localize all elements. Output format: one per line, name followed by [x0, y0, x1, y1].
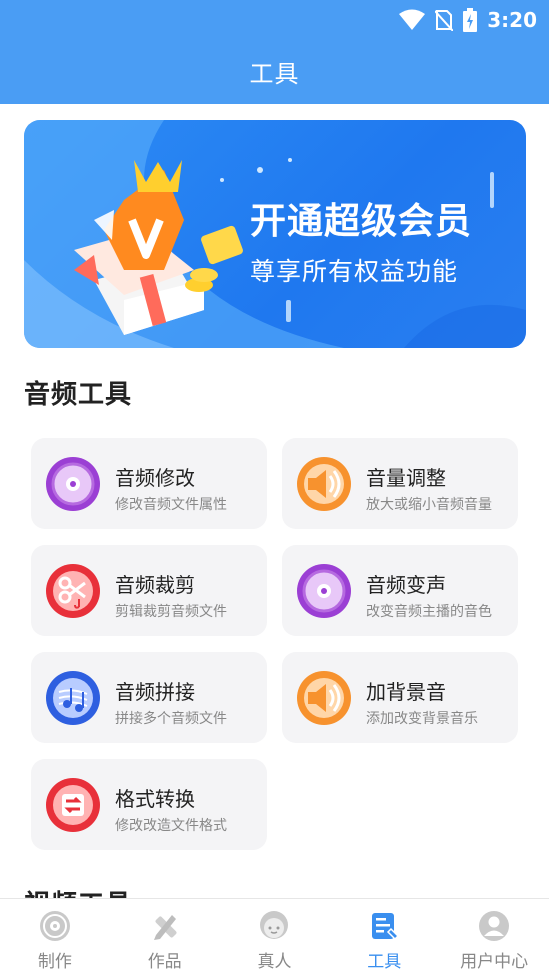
tool-title: 音频拼接 — [115, 680, 195, 704]
no-sim-icon — [435, 10, 454, 31]
person-face-icon — [260, 911, 289, 939]
tool-description: 放大或缩小音频音量 — [366, 497, 492, 513]
status-time: 3:20 — [487, 8, 537, 32]
tab-works[interactable]: 作品 — [110, 899, 220, 976]
tool-card-voice-change[interactable]: 音频变声 改变音频主播的音色 — [282, 545, 518, 636]
app-bar: 工具 — [0, 38, 549, 104]
tool-description: 改变音频主播的音色 — [366, 604, 492, 620]
tool-card-background-music[interactable]: 加背景音 添加改变背景音乐 — [282, 652, 518, 743]
tab-user-center[interactable]: 用户中心 — [439, 899, 549, 976]
tool-card-audio-join[interactable]: 音频拼接 拼接多个音频文件 — [31, 652, 267, 743]
tab-label: 工具 — [367, 952, 402, 972]
user-icon — [479, 911, 510, 941]
blue-music-icon — [46, 671, 100, 725]
tool-description: 修改改造文件格式 — [115, 818, 227, 834]
tool-description: 拼接多个音频文件 — [115, 711, 227, 727]
page-title: 工具 — [249, 59, 300, 88]
tab-tools[interactable]: 工具 — [329, 899, 439, 976]
tool-title: 音频修改 — [115, 466, 195, 490]
bottom-tab-bar: 制作 作品 真人 工具 用户中心 — [0, 898, 549, 976]
purple-disc-icon — [46, 457, 100, 511]
disc-icon — [39, 911, 70, 941]
red-convert-icon — [46, 778, 100, 832]
status-bar: 3:20 — [0, 0, 549, 38]
tool-description: 修改音频文件属性 — [115, 497, 227, 513]
orange-volume-icon — [297, 671, 351, 725]
tool-title: 音频变声 — [366, 573, 446, 597]
pen-ruler-icon — [153, 915, 177, 940]
tab-label: 制作 — [37, 952, 72, 972]
tool-title: 音量调整 — [366, 466, 446, 490]
orange-volume-icon — [297, 457, 351, 511]
tab-label: 作品 — [147, 952, 182, 972]
tool-card-volume-adjust[interactable]: 音量调整 放大或缩小音频音量 — [282, 438, 518, 529]
vip-banner[interactable]: 开通超级会员 尊享所有权益功能 — [24, 120, 526, 348]
section-title-audio: 音频工具 — [24, 380, 133, 410]
tool-description: 添加改变背景音乐 — [366, 711, 478, 727]
tool-card-audio-cut[interactable]: 音频裁剪 剪辑裁剪音频文件 — [31, 545, 267, 636]
banner-subtitle: 尊享所有权益功能 — [250, 257, 459, 286]
tool-description: 剪辑裁剪音频文件 — [115, 604, 227, 620]
tool-title: 音频裁剪 — [115, 573, 195, 597]
gift-box-crown-icon — [74, 160, 243, 335]
battery-charging-icon — [463, 8, 478, 32]
tab-label: 用户中心 — [460, 952, 529, 972]
wifi-icon — [399, 9, 426, 30]
tool-title: 加背景音 — [366, 680, 446, 704]
tool-title: 格式转换 — [115, 787, 195, 811]
tab-make[interactable]: 制作 — [0, 899, 110, 976]
toolbox-icon — [372, 913, 400, 941]
tool-card-format-convert[interactable]: 格式转换 修改改造文件格式 — [31, 759, 267, 850]
purple-disc-icon — [297, 564, 351, 618]
banner-title: 开通超级会员 — [250, 201, 473, 242]
tool-card-audio-edit[interactable]: 音频修改 修改音频文件属性 — [31, 438, 267, 529]
tab-real-person[interactable]: 真人 — [220, 899, 330, 976]
tab-label: 真人 — [257, 952, 292, 972]
red-scissors-icon — [46, 564, 100, 618]
